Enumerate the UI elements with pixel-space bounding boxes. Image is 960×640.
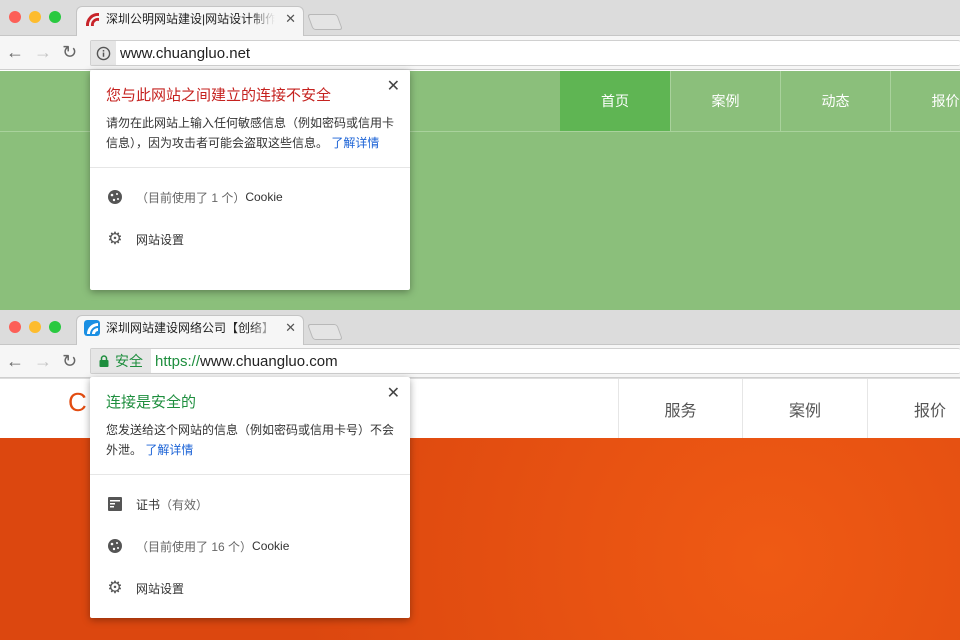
site-nav-pricing[interactable]: 报价	[890, 71, 960, 131]
cookie-label: Cookie	[245, 190, 282, 204]
secure-label: 安全	[115, 351, 143, 371]
forward-icon[interactable]: →	[34, 351, 52, 372]
lock-icon	[99, 355, 109, 367]
popup-description: 请勿在此网站上输入任何敏感信息（例如密码或信用卡信息），因为攻击者可能会盗取这些…	[90, 105, 410, 167]
gear-icon: ⚙	[106, 230, 124, 248]
new-tab-button[interactable]	[307, 14, 343, 30]
site-info-popup: ✕ 您与此网站之间建立的连接不安全 请勿在此网站上输入任何敏感信息（例如密码或信…	[90, 70, 410, 290]
browser-window-secure: 深圳网站建设网络公司【创络】 ✕ ← → ↻ 安全 https://www.ch…	[0, 310, 960, 640]
certificate-icon	[106, 495, 124, 513]
learn-more-link[interactable]: 了解详情	[145, 443, 193, 457]
site-settings-row[interactable]: ⚙ 网站设置	[90, 567, 410, 609]
site-nav-news[interactable]: 动态	[780, 71, 890, 131]
close-window-button[interactable]	[9, 321, 21, 333]
close-window-button[interactable]	[9, 11, 21, 23]
site-nav-cases[interactable]: 案例	[742, 379, 867, 439]
cookie-label: Cookie	[252, 539, 289, 553]
new-tab-button[interactable]	[307, 324, 343, 340]
cookie-icon	[106, 188, 124, 206]
url-host: www.chuangluo.com	[200, 353, 338, 370]
popup-title: 您与此网站之间建立的连接不安全	[90, 70, 410, 105]
reload-icon[interactable]: ↻	[62, 351, 77, 372]
popup-description: 您发送给这个网站的信息（例如密码或信用卡号）不会外泄。 了解详情	[90, 412, 410, 474]
learn-more-link[interactable]: 了解详情	[331, 136, 379, 150]
site-settings-label: 网站设置	[136, 580, 184, 597]
cookie-count: （目前使用了 1 个）	[136, 189, 245, 206]
maximize-window-button[interactable]	[49, 321, 61, 333]
site-nav-pricing[interactable]: 报价	[867, 379, 960, 439]
toolbar: ← → ↻ www.chuangluo.net	[0, 36, 960, 70]
tab-title: 深圳公明网站建设|网站设计制作	[106, 10, 275, 27]
minimize-window-button[interactable]	[29, 321, 41, 333]
gear-icon: ⚙	[106, 579, 124, 597]
back-icon[interactable]: ←	[6, 42, 24, 63]
forward-icon[interactable]: →	[34, 42, 52, 63]
cookies-row[interactable]: （目前使用了 1 个）Cookie	[90, 176, 410, 218]
site-info-popup: ✕ 连接是安全的 您发送给这个网站的信息（例如密码或信用卡号）不会外泄。 了解详…	[90, 377, 410, 618]
site-settings-row[interactable]: ⚙ 网站设置	[90, 218, 410, 260]
reload-icon[interactable]: ↻	[62, 42, 77, 63]
close-icon[interactable]: ✕	[387, 383, 400, 403]
minimize-window-button[interactable]	[29, 11, 41, 23]
site-logo[interactable]: C	[68, 387, 87, 418]
tab-content[interactable]: 深圳网站建设网络公司【创络】 ✕	[84, 319, 296, 336]
maximize-window-button[interactable]	[49, 11, 61, 23]
site-favicon-icon	[84, 11, 100, 27]
site-nav-services[interactable]: 服务	[618, 379, 742, 439]
site-info-button[interactable]	[91, 41, 116, 65]
certificate-label: 证书	[136, 496, 160, 513]
site-nav-cases[interactable]: 案例	[670, 71, 780, 131]
toolbar: ← → ↻ 安全 https://www.chuangluo.com	[0, 345, 960, 378]
cookie-icon	[106, 537, 124, 555]
site-settings-label: 网站设置	[136, 231, 184, 248]
certificate-status: （有效）	[160, 496, 208, 513]
popup-title: 连接是安全的	[90, 377, 410, 412]
title-bar: 深圳公明网站建设|网站设计制作 ✕	[0, 0, 960, 36]
url-text: https://www.chuangluo.com	[155, 353, 338, 370]
tab-close-icon[interactable]: ✕	[285, 11, 296, 27]
close-icon[interactable]: ✕	[387, 76, 400, 96]
info-icon	[96, 46, 111, 61]
url-scheme: https://	[155, 353, 200, 370]
address-bar[interactable]: 安全 https://www.chuangluo.com	[90, 348, 960, 374]
browser-window-insecure: 深圳公明网站建设|网站设计制作 ✕ ← → ↻ www.chuangluo.ne…	[0, 0, 960, 310]
certificate-row[interactable]: 证书（有效）	[90, 483, 410, 525]
site-info-button[interactable]: 安全	[91, 349, 151, 373]
address-bar[interactable]: www.chuangluo.net	[90, 40, 960, 66]
title-bar: 深圳网站建设网络公司【创络】 ✕	[0, 310, 960, 345]
tab-close-icon[interactable]: ✕	[285, 320, 296, 336]
back-icon[interactable]: ←	[6, 351, 24, 372]
cookies-row[interactable]: （目前使用了 16 个）Cookie	[90, 525, 410, 567]
site-favicon-icon	[84, 320, 100, 336]
url-text: www.chuangluo.net	[120, 45, 250, 62]
tab-content[interactable]: 深圳公明网站建设|网站设计制作 ✕	[84, 10, 296, 27]
cookie-count: （目前使用了 16 个）	[136, 538, 252, 555]
tab-title: 深圳网站建设网络公司【创络】	[106, 319, 275, 336]
site-nav-home[interactable]: 首页	[560, 71, 670, 131]
